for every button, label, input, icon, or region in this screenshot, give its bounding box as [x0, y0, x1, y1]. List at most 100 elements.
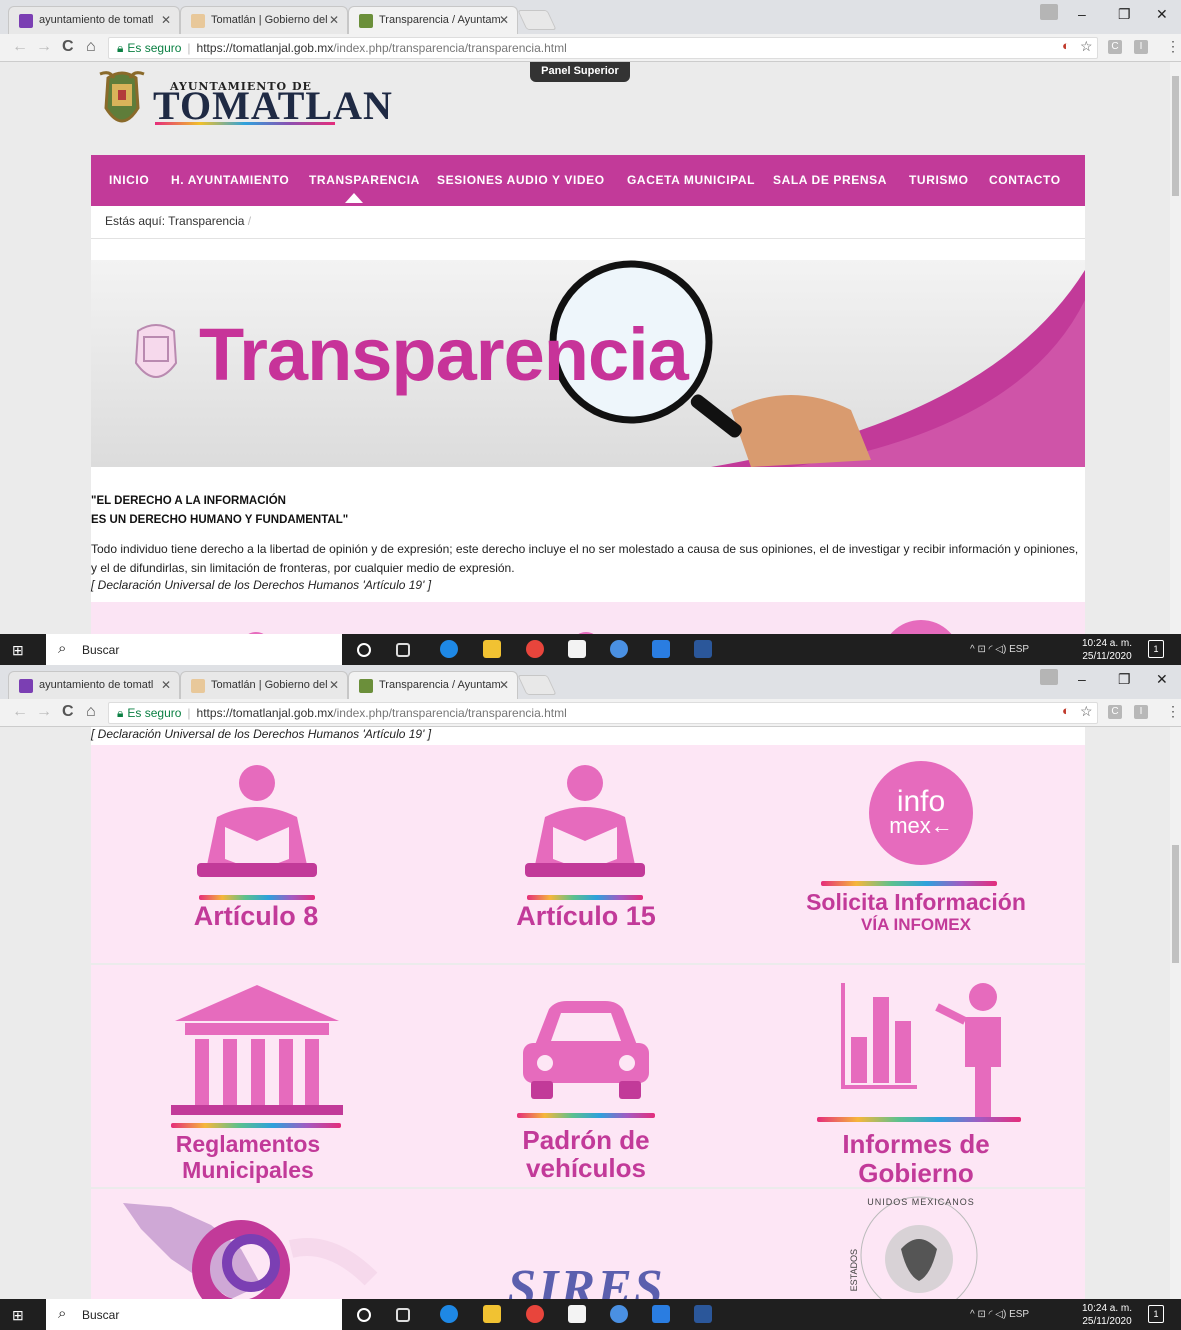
main-menu: INICIO H. AYUNTAMIENTO TRANSPARENCIA SES…	[91, 155, 1085, 206]
card-reglamentos[interactable]: Reglamentos Municipales	[91, 965, 421, 1187]
windows-start-icon[interactable]: ⊞	[12, 1307, 24, 1324]
tab-transparencia[interactable]: Transparencia / Ayuntam ✕	[348, 6, 518, 34]
page-scrollbar[interactable]	[1170, 727, 1181, 1299]
tab-transparencia[interactable]: Transparencia / Ayuntam ✕	[348, 671, 518, 699]
minimize-button[interactable]: –	[1078, 671, 1086, 687]
task-view-icon[interactable]	[396, 1308, 410, 1322]
tab-ayuntamiento[interactable]: ayuntamiento de tomatl ✕	[8, 671, 180, 699]
home-button[interactable]: ⌂	[86, 703, 96, 721]
extension-c-icon[interactable]: C	[1108, 40, 1122, 54]
task-view-icon[interactable]	[396, 643, 410, 657]
cortana-icon[interactable]	[357, 1308, 371, 1322]
cortana-icon[interactable]	[357, 643, 371, 657]
close-window-button[interactable]: ✕	[1156, 6, 1168, 23]
menu-transparencia[interactable]: TRANSPARENCIA	[309, 173, 420, 187]
blocked-icon[interactable]: ◐	[1062, 38, 1070, 53]
menu-gaceta[interactable]: GACETA MUNICIPAL	[627, 173, 755, 187]
extension-i-icon[interactable]: I	[1134, 705, 1148, 719]
close-window-button[interactable]: ✕	[1156, 671, 1168, 688]
new-tab-button[interactable]	[517, 675, 557, 695]
restore-button[interactable]: ❐	[1118, 6, 1131, 23]
file-explorer-icon[interactable]	[483, 1305, 501, 1323]
tab-tomatlan-gobierno[interactable]: Tomatlán | Gobierno del ✕	[180, 671, 348, 699]
chrome-icon[interactable]	[526, 640, 544, 658]
panel-superior-button[interactable]: Panel Superior	[530, 62, 630, 82]
menu-turismo[interactable]: TURISMO	[909, 173, 969, 187]
forward-button[interactable]: →	[36, 38, 52, 56]
close-tab-icon[interactable]: ✕	[161, 13, 171, 27]
menu-ayuntamiento[interactable]: H. AYUNTAMIENTO	[171, 173, 289, 187]
bookmark-star-icon[interactable]: ☆	[1080, 703, 1093, 720]
back-button[interactable]: ←	[12, 38, 28, 56]
system-tray[interactable]: ^ ⊡ ◜ ◁) ESP	[970, 644, 1029, 655]
address-bar[interactable]: 🔒︎ Es seguro | https://tomatlanjal.gob.mx/i…	[108, 37, 1098, 59]
forward-button[interactable]: →	[36, 703, 52, 721]
edge-icon[interactable]	[440, 1305, 458, 1323]
tab-ayuntamiento[interactable]: ayuntamiento de tomatl ✕	[8, 6, 180, 34]
page-scrollbar[interactable]	[1170, 62, 1181, 634]
card-articulo-15[interactable]: Artículo 15	[421, 745, 751, 963]
site-favicon-icon	[191, 679, 205, 693]
reader-icon	[525, 765, 645, 877]
card-solicita-informacion[interactable]: info mex← Solicita Información VÍA INFOM…	[751, 745, 1081, 963]
infomex-logo-text-1: info	[896, 785, 946, 818]
blocked-icon[interactable]: ◐	[1062, 703, 1070, 718]
reload-button[interactable]: C	[62, 703, 74, 721]
clock-time: 10:24 a. m.	[1082, 1303, 1133, 1314]
edge-icon[interactable]	[440, 640, 458, 658]
clock[interactable]: 10:24 a. m. 25/11/2020	[1082, 637, 1132, 663]
notification-icon[interactable]: 1	[1148, 1305, 1164, 1323]
card-title-informes: Informes de	[842, 1129, 990, 1159]
profile-icon[interactable]	[1040, 669, 1058, 685]
mail-icon[interactable]	[652, 640, 670, 658]
card-mexico-map[interactable]	[91, 1189, 421, 1299]
bookmark-star-icon[interactable]: ☆	[1080, 38, 1093, 55]
new-tab-button[interactable]	[517, 10, 557, 30]
card-escudo-nacional[interactable]: UNIDOS MEXICANOS ESTADOS	[751, 1189, 1081, 1299]
card-informes-gobierno[interactable]: Informes de Gobierno	[751, 965, 1081, 1188]
minimize-button[interactable]: –	[1078, 6, 1086, 22]
store-icon[interactable]	[568, 640, 586, 658]
taskbar-search[interactable]: ⌕ Buscar	[46, 634, 342, 665]
close-tab-icon[interactable]: ✕	[499, 13, 509, 27]
chrome-active-icon[interactable]	[610, 1305, 628, 1323]
profile-icon[interactable]	[1040, 4, 1058, 20]
word-icon[interactable]	[694, 640, 712, 658]
secure-label: Es seguro	[127, 41, 182, 55]
close-tab-icon[interactable]: ✕	[161, 678, 171, 692]
mail-icon[interactable]	[652, 1305, 670, 1323]
extension-i-icon[interactable]: I	[1134, 40, 1148, 54]
menu-dots-icon[interactable]: ⋮	[1166, 703, 1180, 720]
transparencia-banner: Transparencia	[91, 260, 1085, 467]
tab-tomatlan-gobierno[interactable]: Tomatlán | Gobierno del ✕	[180, 6, 348, 34]
card-padron-vehiculos[interactable]: Padrón de vehículos	[421, 965, 751, 1187]
menu-sesiones[interactable]: SESIONES AUDIO Y VIDEO	[437, 173, 605, 187]
close-tab-icon[interactable]: ✕	[329, 678, 339, 692]
file-explorer-icon[interactable]	[483, 640, 501, 658]
extension-c-icon[interactable]: C	[1108, 705, 1122, 719]
chrome-active-icon[interactable]	[610, 640, 628, 658]
notification-icon[interactable]: 1	[1148, 640, 1164, 658]
close-tab-icon[interactable]: ✕	[499, 678, 509, 692]
store-icon[interactable]	[568, 1305, 586, 1323]
reload-button[interactable]: C	[62, 38, 74, 56]
restore-button[interactable]: ❐	[1118, 671, 1131, 688]
card-articulo-8[interactable]: Artículo 8	[91, 745, 421, 963]
citation: [ Declaración Universal de los Derechos …	[91, 727, 432, 741]
taskbar-search[interactable]: ⌕ Buscar	[46, 1299, 342, 1330]
clock[interactable]: 10:24 a. m. 25/11/2020	[1082, 1302, 1132, 1328]
system-tray[interactable]: ^ ⊡ ◜ ◁) ESP	[970, 1309, 1029, 1320]
home-button[interactable]: ⌂	[86, 38, 96, 56]
word-icon[interactable]	[694, 1305, 712, 1323]
card-sires[interactable]: SIRES	[421, 1189, 751, 1299]
address-bar[interactable]: 🔒︎ Es seguro | https://tomatlanjal.gob.mx/i…	[108, 702, 1098, 724]
cards-row-3: SIRES UNIDOS MEXICANOS ESTADOS	[91, 1189, 1085, 1299]
menu-inicio[interactable]: INICIO	[109, 173, 149, 187]
menu-prensa[interactable]: SALA DE PRENSA	[773, 173, 887, 187]
chrome-icon[interactable]	[526, 1305, 544, 1323]
menu-dots-icon[interactable]: ⋮	[1166, 38, 1180, 55]
windows-start-icon[interactable]: ⊞	[12, 642, 24, 659]
back-button[interactable]: ←	[12, 703, 28, 721]
menu-contacto[interactable]: CONTACTO	[989, 173, 1061, 187]
close-tab-icon[interactable]: ✕	[329, 13, 339, 27]
